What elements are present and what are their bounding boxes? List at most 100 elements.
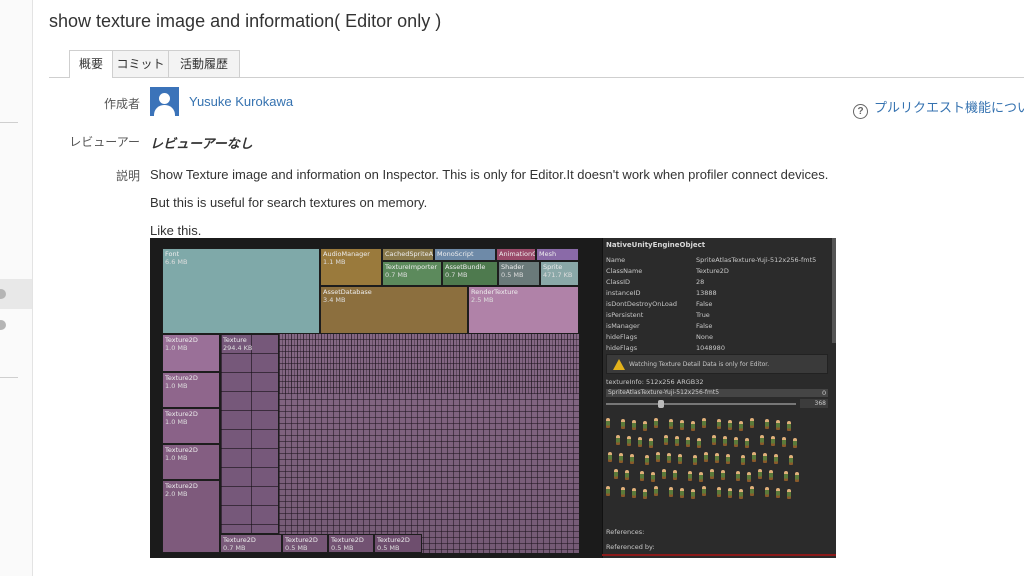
treemap-block-texture2d: Texture2D 0.5 MB: [374, 534, 422, 553]
embedded-screenshot: Font 6.6 MB AudioManager 1.1 MB CachedSpri…: [150, 238, 836, 558]
inspector-row: isPersistent True: [606, 311, 830, 319]
sprite-figure: [765, 487, 769, 497]
object-field[interactable]: SpriteAtlasTexture-Yuji-512x256-fmt5: [606, 389, 828, 397]
sprite-figure: [614, 469, 618, 479]
treemap-block-font: Font 6.6 MB: [162, 248, 320, 334]
block-size: 471.7 KB: [543, 271, 573, 279]
help-link[interactable]: ? プルリクエスト機能について: [853, 97, 1024, 119]
block-name: Texture2D: [285, 536, 318, 544]
treemap-block-textureimporter: TextureImporter 0.7 MB: [382, 261, 442, 286]
inspector-row: isDontDestroyOnLoad False: [606, 300, 830, 308]
sprite-figure: [702, 486, 706, 496]
sprite-figure: [747, 472, 751, 482]
sprite-figure: [667, 453, 671, 463]
inspector-row: ClassName Texture2D: [606, 267, 830, 275]
block-name: Texture2D: [165, 410, 198, 418]
memory-treemap: Font 6.6 MB AudioManager 1.1 MB CachedSpri…: [162, 248, 579, 553]
warning-box: Watching Texture Detail Data is only for…: [606, 354, 828, 374]
treemap-block-texture2d: Texture2D 0.7 MB: [220, 534, 282, 553]
sprite-figure: [760, 435, 764, 445]
treemap-block-rendertexture: RenderTexture 2.5 MB: [468, 286, 579, 334]
sprite-figure: [662, 469, 666, 479]
slider-value[interactable]: 368: [800, 399, 828, 408]
inspector-row: hideFlags None: [606, 333, 830, 341]
treemap-block-cachedsprite: CachedSpriteA: [382, 248, 434, 261]
sprite-figure: [616, 435, 620, 445]
sprite-figure: [697, 438, 701, 448]
treemap-block-sprite: Sprite 471.7 KB: [540, 261, 579, 286]
sprite-figure: [651, 472, 655, 482]
sprite-figure: [669, 487, 673, 497]
sidebar-dot-icon[interactable]: [0, 320, 6, 330]
page-title: show texture image and information( Edit…: [49, 11, 442, 31]
left-sidebar: [0, 0, 33, 576]
sprite-figure: [774, 454, 778, 464]
sprite-figure: [608, 452, 612, 462]
block-name: Texture2D: [165, 374, 198, 382]
slider-knob[interactable]: [658, 400, 664, 408]
zoom-slider[interactable]: [606, 400, 796, 408]
block-name: Shader: [501, 263, 525, 271]
sprite-figure: [606, 418, 610, 428]
sprite-figure: [758, 469, 762, 479]
sprite-figure: [717, 419, 721, 429]
block-size: 0.5 MB: [331, 544, 354, 552]
sprite-figure: [771, 436, 775, 446]
block-name: AssetDatabase: [323, 288, 372, 296]
sprite-figure: [739, 489, 743, 499]
sprite-figure: [789, 455, 793, 465]
treemap-block-mesh: Mesh: [536, 248, 579, 261]
row-key: ClassID: [606, 278, 631, 286]
avatar[interactable]: [150, 87, 179, 116]
author-link[interactable]: Yusuke Kurokawa: [189, 94, 293, 109]
block-name: Font: [165, 250, 180, 258]
sprite-figure: [688, 471, 692, 481]
warning-text: Watching Texture Detail Data is only for…: [629, 361, 770, 368]
block-size: 0.7 MB: [445, 271, 468, 279]
description-line-3: Like this.: [150, 223, 202, 238]
sprite-atlas-preview: [606, 418, 816, 518]
tab-activity[interactable]: 活動履歴: [168, 50, 240, 77]
row-key: hideFlags: [606, 344, 638, 352]
sprite-figure: [750, 418, 754, 428]
reviewer-value: レビューアーなし: [150, 136, 253, 151]
block-size: 0.5 MB: [377, 544, 400, 552]
row-key: ClassName: [606, 267, 643, 275]
sprite-figure: [643, 421, 647, 431]
block-size: 1.0 MB: [165, 344, 188, 352]
sprite-figure: [736, 471, 740, 481]
sprite-figure: [787, 421, 791, 431]
sprite-figure: [745, 438, 749, 448]
sprite-figure: [606, 486, 610, 496]
sprite-figure: [630, 454, 634, 464]
block-name: CachedSpriteA: [385, 250, 434, 258]
inspector-scrollbar[interactable]: [832, 238, 836, 343]
inspector-panel: NativeUnityEngineObject Name SpriteAtlasT…: [602, 238, 836, 558]
inspector-row: isManager False: [606, 322, 830, 330]
block-name: AnimationC: [499, 250, 536, 258]
block-name: AssetBundle: [445, 263, 486, 271]
treemap-block-texture2d: Texture2D 0.5 MB: [328, 534, 374, 553]
referenced-by-label: Referenced by:: [606, 543, 655, 551]
help-link-label: プルリクエスト機能について: [874, 100, 1024, 115]
block-name: Texture: [223, 336, 247, 344]
sprite-figure: [702, 418, 706, 428]
block-name: Mesh: [539, 250, 557, 258]
sprite-figure: [656, 452, 660, 462]
block-size: 1.1 MB: [323, 258, 346, 266]
treemap-block-texture2d: Texture2D 2.0 MB: [162, 480, 220, 553]
treemap-block-texture2d: Texture2D 1.0 MB: [162, 334, 220, 372]
row-value: 13888: [696, 289, 717, 297]
sprite-figure: [686, 437, 690, 447]
sprite-figure: [643, 489, 647, 499]
treemap-block-texture2d: Texture2D 1.0 MB: [162, 372, 220, 408]
block-name: Texture2D: [165, 482, 198, 490]
sprite-figure: [765, 419, 769, 429]
row-key: isDontDestroyOnLoad: [606, 300, 677, 308]
treemap-block-monoscript: MonoScript: [434, 248, 496, 261]
block-size: 2.0 MB: [165, 490, 188, 498]
tab-overview[interactable]: 概要: [69, 50, 113, 78]
sprite-figure: [723, 436, 727, 446]
description-line-1: Show Texture image and information on In…: [150, 167, 829, 182]
tab-commits[interactable]: コミット: [112, 50, 169, 77]
